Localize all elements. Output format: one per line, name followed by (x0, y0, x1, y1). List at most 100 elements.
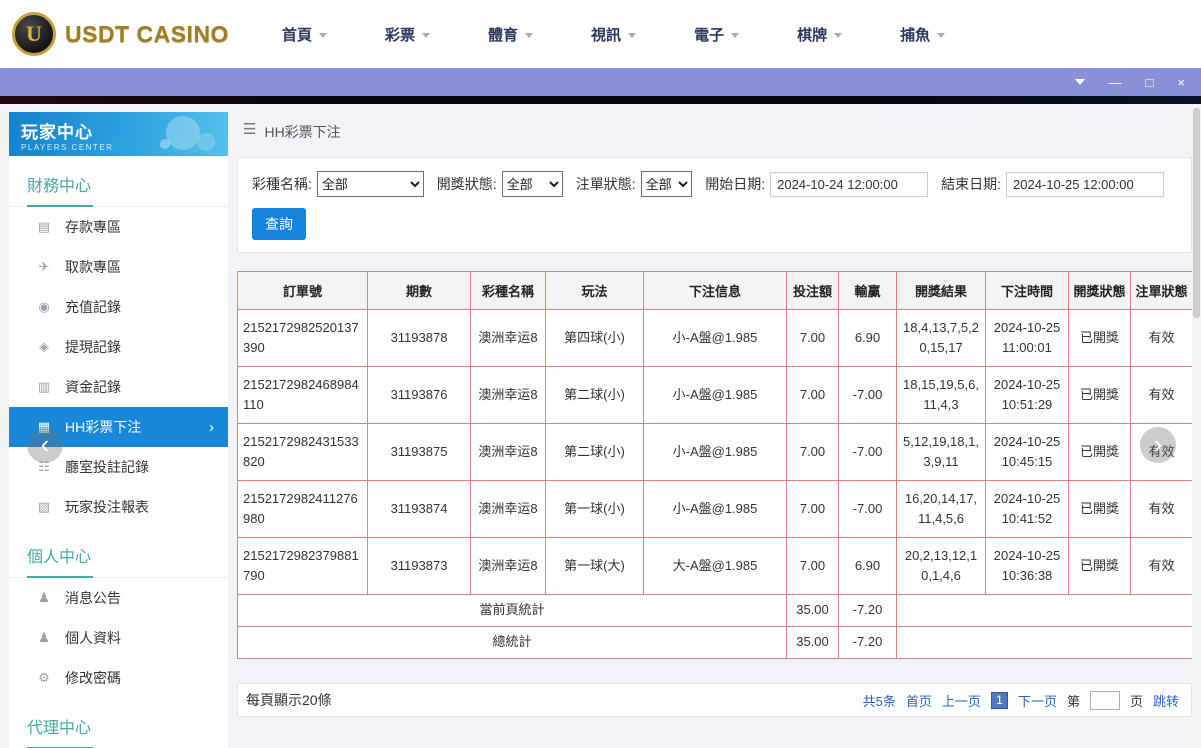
sidebar-item-label: 提現記錄 (65, 339, 121, 355)
sidebar-item-deposit[interactable]: ▤存款專區› (9, 207, 228, 247)
nav-item-label: 捕魚 (900, 26, 931, 44)
sidebar-item-label: 個人資料 (65, 630, 121, 646)
first-page-link[interactable]: 首页 (906, 691, 932, 710)
table-row: 2152172982520137390 31193878 澳洲幸运8 第四球(小) 小-… (237, 309, 1193, 367)
header-row: 訂單號 期數 彩種名稱 玩法 下注信息 投注額 輸贏 開獎結果 下注時間 開獎狀態 注單狀態 (237, 271, 1193, 310)
chevron-down-icon (525, 32, 534, 38)
maximize-button[interactable]: □ (1146, 76, 1154, 89)
summary-win-loss: -7.20 (838, 594, 897, 627)
nav-item[interactable]: 電子 (694, 24, 740, 45)
start-date-input[interactable] (770, 171, 929, 197)
sidebar-item-profile[interactable]: ♟個人資料› (9, 618, 228, 658)
sidebar-item-label: 廳室投註記錄 (65, 459, 149, 475)
chevron-down-icon (422, 32, 431, 38)
order-status-select[interactable]: 全部 (640, 171, 693, 197)
minimize-button[interactable]: — (1109, 76, 1122, 89)
table-cell: 2024-10-25 11:00:01 (985, 309, 1069, 367)
chevron-right-icon: › (1153, 428, 1163, 459)
search-button[interactable]: 查詢 (252, 208, 306, 240)
nav-item[interactable]: 首頁 (282, 24, 328, 45)
table-cell: 2152172982379881790 (237, 537, 368, 595)
nav-item-label: 首頁 (282, 26, 313, 44)
column-header: 輸贏 (838, 271, 897, 310)
table-head: 訂單號 期數 彩種名稱 玩法 下注信息 投注額 輸贏 開獎結果 下注時間 開獎狀態 注單狀態 (237, 271, 1193, 310)
sidebar-section-title: 財務中心 (9, 156, 228, 207)
sidebar-item-label: 取款專區 (65, 259, 121, 275)
sidebar-item-label: 資金記錄 (65, 379, 121, 395)
scrollbar-thumb[interactable] (1193, 108, 1200, 318)
content-area: 玩家中心 PLAYERS CENTER 財務中心 ▤ 存款專區 › ✈ 取款專區 › ◉ 充值記… (0, 104, 1201, 748)
prev-page-link[interactable]: 上一页 (942, 691, 981, 710)
chevron-down-icon (731, 32, 740, 38)
sidebar-section-title: 代理中心 (9, 698, 228, 748)
player-bet-report-icon: ▧ (37, 499, 51, 514)
app-window: U USDT CASINO 首頁 彩票 體育 視訊 電子 棋牌 捕魚 — □ × 玩家中心 … (0, 0, 1201, 748)
table-cell: 第二球(小) (545, 423, 644, 481)
summary-bet-total: 35.00 (786, 626, 839, 659)
table-row: 2152172982379881790 31193873 澳洲幸运8 第一球(大) 大-… (237, 537, 1193, 595)
nav-item[interactable]: 視訊 (591, 24, 637, 45)
table-cell: 2152172982411276980 (237, 480, 368, 538)
table-cell: 已開獎 (1068, 423, 1131, 481)
nav-item[interactable]: 棋牌 (797, 24, 843, 45)
carousel-right-arrow[interactable]: › (1140, 427, 1176, 463)
nav-item-label: 彩票 (385, 26, 416, 44)
end-date-input[interactable] (1006, 171, 1164, 197)
sidebar-section-title: 個人中心 (9, 527, 228, 578)
end-date-label: 結束日期: (941, 176, 1001, 192)
close-button[interactable]: × (1177, 76, 1185, 89)
page-jump-input[interactable] (1089, 690, 1120, 710)
recharge-record-icon: ◉ (38, 299, 50, 314)
nav-item[interactable]: 體育 (488, 24, 534, 45)
window-titlebar: — □ × (0, 68, 1201, 96)
breadcrumb-label: HH彩票下注 (264, 124, 341, 140)
lottery-name-select[interactable]: 全部 (316, 171, 424, 197)
funds-record-icon: ▥ (37, 379, 51, 394)
chevron-down-icon (834, 32, 843, 38)
table-row: 2152172982411276980 31193874 澳洲幸运8 第一球(小) 小-… (237, 480, 1193, 538)
nav-item[interactable]: 彩票 (385, 24, 431, 45)
sidebar-item-label: 充值記錄 (65, 299, 121, 315)
logo[interactable]: U USDT CASINO (12, 12, 230, 56)
logo-icon: U (12, 12, 56, 56)
withdrawal-record-icon: ◈ (39, 339, 49, 354)
nav-item-label: 視訊 (591, 26, 622, 44)
table-cell: 7.00 (786, 537, 839, 595)
next-page-link[interactable]: 下一页 (1018, 691, 1057, 710)
announcement-icon: ♟ (38, 590, 50, 605)
nav-item[interactable]: 捕魚 (900, 24, 946, 45)
table-cell: 小-A盤@1.985 (643, 366, 787, 424)
sidebar-item-withdraw[interactable]: ✈取款專區› (9, 247, 228, 287)
pagination-bar: 每頁顯示20條 共5条 首页 上一页 1 下一页 第 页 跳转 (237, 683, 1192, 717)
chevron-down-icon[interactable] (1074, 79, 1085, 85)
total-count: 共5条 (862, 693, 896, 709)
scrollbar[interactable] (1192, 104, 1201, 748)
sidebar-item-label: 玩家投注報表 (65, 499, 149, 515)
page-size-text: 每頁顯示20條 (246, 692, 332, 708)
summary-win-loss: -7.20 (838, 626, 897, 659)
sidebar-item-player-bet-report[interactable]: ▧玩家投注報表› (9, 487, 228, 527)
table-cell: 澳洲幸运8 (470, 309, 546, 367)
sidebar-item-recharge-record[interactable]: ◉充值記錄› (9, 287, 228, 327)
sidebar-item-announcement[interactable]: ♟消息公告› (9, 578, 228, 618)
chevron-down-icon (628, 32, 637, 38)
sidebar-item-change-password[interactable]: ⚙修改密碼› (9, 658, 228, 698)
table-cell: 6.90 (838, 537, 897, 595)
table-cell: 16,20,14,17,11,4,5,6 (896, 480, 986, 538)
draw-status-select[interactable]: 全部 (501, 171, 563, 197)
order-status-label: 注單狀態: (575, 176, 636, 192)
table-cell: 7.00 (786, 480, 839, 538)
sidebar-item-funds-record[interactable]: ▥資金記錄› (9, 367, 228, 407)
sidebar-item-withdrawal-record[interactable]: ◈提現記錄› (9, 327, 228, 367)
jump-button[interactable]: 跳转 (1153, 691, 1179, 710)
table-cell: 6.90 (838, 309, 897, 367)
jump-prefix: 第 (1066, 693, 1080, 709)
table-cell: 31193876 (367, 366, 471, 424)
table-cell: 18,15,19,5,6,11,4,3 (896, 366, 986, 424)
carousel-left-arrow[interactable]: ‹ (27, 427, 63, 463)
table-cell: 7.00 (786, 423, 839, 481)
nav-item-label: 體育 (488, 26, 519, 44)
table-cell: 已開獎 (1068, 309, 1131, 367)
table-cell: 有效 (1130, 309, 1193, 367)
table-cell: 有效 (1130, 537, 1193, 595)
